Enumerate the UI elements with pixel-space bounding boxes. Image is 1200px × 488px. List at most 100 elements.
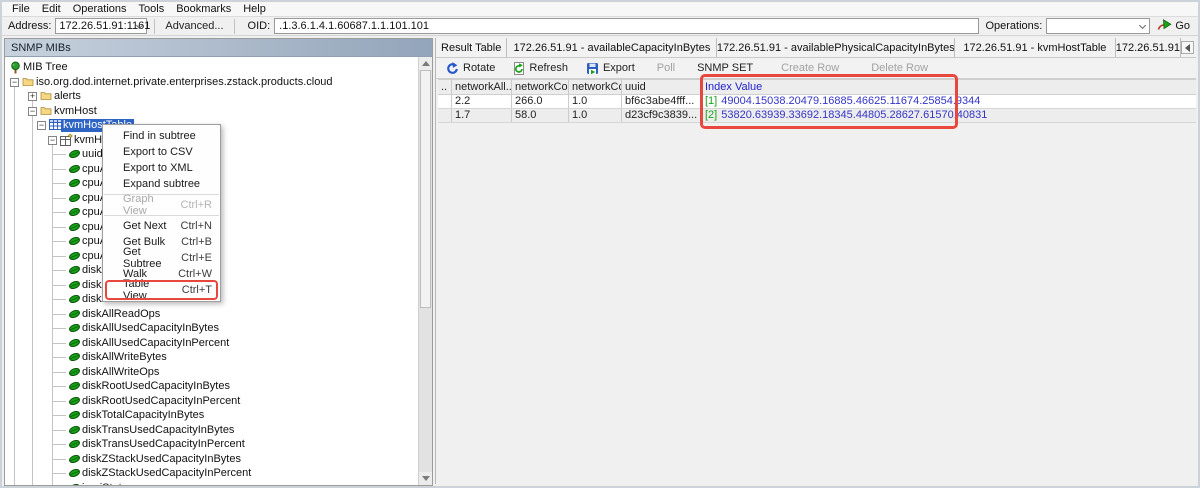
tab-172-26-51-91[interactable]: 172.26.51.91 — [1116, 38, 1181, 57]
context-menu-item-export-to-xml[interactable]: Export to XML — [103, 160, 220, 176]
tree-branch-line — [53, 328, 66, 329]
collapse-minus-icon[interactable]: − — [10, 78, 19, 87]
tree-row: diskZStackUsedCapacityInBytes — [5, 452, 418, 467]
table-cell: d23cf9c3839... — [622, 109, 702, 122]
oid-input[interactable]: .1.3.6.1.4.1.60687.1.1.101.101 — [274, 18, 979, 34]
tree-node-disktransusedcapacityinpercent[interactable]: diskTransUsedCapacityInPercent — [80, 438, 247, 451]
export-button[interactable]: Export — [586, 62, 635, 75]
triangle-left-icon — [1185, 44, 1190, 52]
toolbar-button-label: Create Row — [781, 62, 839, 74]
column-header-networkco[interactable]: networkCo... — [512, 80, 569, 94]
tree-node-diskzstackusedcapacityinbytes[interactable]: diskZStackUsedCapacityInBytes — [80, 453, 243, 466]
context-menu-item-get-subtree[interactable]: Get SubtreeCtrl+E — [103, 250, 220, 266]
rotate-button[interactable]: Rotate — [446, 62, 495, 75]
tab-172-26-51-91-availablephysicalcapacityinbytes[interactable]: 172.26.51.91 - availablePhysicalCapacity… — [717, 38, 955, 57]
scroll-up-button[interactable] — [419, 57, 432, 70]
toolbar-button-label: Delete Row — [871, 62, 928, 74]
tree-node-disktransusedcapacityinbytes[interactable]: diskTransUsedCapacityInBytes — [80, 424, 236, 437]
tree-node-iso-org-dod-internet-private-enterprises-zstack-products-cloud[interactable]: iso.org.dod.internet.private.enterprises… — [34, 76, 335, 89]
mib-browser-window: FileEditOperationsToolsBookmarksHelp Add… — [0, 0, 1200, 488]
collapse-minus-icon[interactable]: − — [28, 107, 37, 116]
context-menu-item-expand-subtree[interactable]: Expand subtree — [103, 176, 220, 192]
tree-row: diskAllUsedCapacityInBytes — [5, 321, 418, 336]
scrollbar-thumb[interactable] — [420, 70, 431, 308]
delete-row-button: Delete Row — [871, 62, 928, 74]
menu-item-label: Table View — [123, 278, 174, 302]
context-menu-item-find-in-subtree[interactable]: Find in subtree — [103, 128, 220, 144]
expand-plus-icon[interactable]: + — [28, 92, 37, 101]
tree-node-diskrootusedcapacityinbytes[interactable]: diskRootUsedCapacityInBytes — [80, 380, 232, 393]
context-menu-item-export-to-csv[interactable]: Export to CSV — [103, 144, 220, 160]
separator — [234, 19, 235, 34]
tree-row: diskTransUsedCapacityInBytes — [5, 423, 418, 438]
refresh-icon — [513, 62, 525, 75]
table-cell: 1.0 — [569, 95, 622, 108]
tree-node-diskallusedcapacityinbytes[interactable]: diskAllUsedCapacityInBytes — [80, 322, 221, 335]
menu-tools[interactable]: Tools — [133, 2, 171, 16]
tree-branch-line — [53, 415, 66, 416]
menu-item-shortcut: Ctrl+N — [181, 220, 212, 232]
collapse-minus-icon[interactable]: − — [37, 121, 46, 130]
chevron-down-icon[interactable] — [1139, 22, 1146, 29]
tree-node-alerts[interactable]: alerts — [52, 90, 83, 103]
snmp-set-button[interactable]: SNMP SET — [697, 62, 753, 74]
tree-node-diskallwritebytes[interactable]: diskAllWriteBytes — [80, 351, 169, 364]
tree-node-diskzstackusedcapacityinpercent[interactable]: diskZStackUsedCapacityInPercent — [80, 467, 253, 480]
tree-branch-line — [53, 473, 66, 474]
tab-172-26-51-91-availablecapacityinbytes[interactable]: 172.26.51.91 - availableCapacityInBytes — [507, 38, 717, 57]
menu-item-label: Graph View — [123, 193, 173, 217]
context-menu-item-get-next[interactable]: Get NextCtrl+N — [103, 218, 220, 234]
context-menu-item-table-view[interactable]: Table ViewCtrl+T — [103, 282, 220, 298]
tree-branch-line — [53, 227, 66, 228]
menu-item-label: Export to XML — [123, 162, 193, 174]
column-header-networkco[interactable]: networkCo... — [569, 80, 622, 94]
tree-node-mib-tree[interactable]: MIB Tree — [21, 61, 70, 74]
tree-node-diskallusedcapacityinpercent[interactable]: diskAllUsedCapacityInPercent — [80, 337, 231, 350]
index-badge: [2] — [705, 109, 717, 121]
menu-bookmarks[interactable]: Bookmarks — [170, 2, 237, 16]
scroll-down-button[interactable] — [419, 472, 432, 485]
column-header-index[interactable]: .. — [438, 80, 452, 94]
index-badge: [1] — [705, 95, 717, 107]
tree-branch-line — [53, 256, 66, 257]
export-icon — [586, 62, 599, 75]
collapse-minus-icon[interactable]: − — [48, 136, 57, 145]
table-header-row: ..networkAll...networkCo...networkCo...u… — [438, 79, 1196, 95]
address-combobox[interactable]: 172.26.51.91:1161 — [55, 18, 147, 34]
tree-scrollbar[interactable] — [418, 57, 432, 485]
triangle-down-icon — [422, 476, 430, 481]
table-row[interactable]: 2.2266.01.0bf6c3abe4fff...[1]49004.15038… — [438, 95, 1196, 109]
tab-result-table[interactable]: Result Table — [436, 38, 507, 57]
column-header-uuid[interactable]: uuid — [622, 80, 702, 94]
advanced-button[interactable]: Advanced... — [162, 20, 226, 32]
table-row[interactable]: 1.758.01.0d23cf9c3839...[2]53820.63939.3… — [438, 109, 1196, 123]
tree-node-diskallreadops[interactable]: diskAllReadOps — [80, 308, 162, 321]
go-button[interactable]: Go — [1156, 19, 1190, 34]
tree-row: diskAllUsedCapacityInPercent — [5, 336, 418, 351]
create-row-button: Create Row — [781, 62, 839, 74]
table-cell: 58.0 — [512, 109, 569, 122]
tree-row: + alerts — [5, 89, 418, 104]
tree-row: ipmiStatus — [5, 481, 418, 486]
menu-item-shortcut: Ctrl+R — [181, 199, 212, 211]
menu-help[interactable]: Help — [237, 2, 272, 16]
tree-node-ipmistatus[interactable]: ipmiStatus — [80, 482, 135, 486]
tree-node-disktotalcapacityinbytes[interactable]: diskTotalCapacityInBytes — [80, 409, 206, 422]
column-header-index-value[interactable]: Index Value — [702, 80, 1196, 94]
tree-node-diskrootusedcapacityinpercent[interactable]: diskRootUsedCapacityInPercent — [80, 395, 242, 408]
tree-branch-line — [53, 343, 66, 344]
operations-combobox[interactable] — [1046, 18, 1150, 34]
tree-node-diskallwriteops[interactable]: diskAllWriteOps — [80, 366, 161, 379]
oid-label: OID: — [248, 20, 271, 32]
triangle-up-icon — [422, 61, 430, 66]
refresh-button[interactable]: Refresh — [513, 62, 568, 75]
column-header-networkall[interactable]: networkAll... — [452, 80, 512, 94]
tree-node-kvmhost[interactable]: kvmHost — [52, 105, 99, 118]
menu-operations[interactable]: Operations — [67, 2, 133, 16]
index-value-text: 53820.63939.33692.18345.44805.28627.6157… — [721, 109, 987, 121]
tab-172-26-51-91-kvmhosttable[interactable]: 172.26.51.91 - kvmHostTable — [955, 38, 1116, 57]
menu-edit[interactable]: Edit — [36, 2, 67, 16]
index-value-cell: [1]49004.15038.20479.16885.46625.11674.2… — [702, 95, 1196, 108]
menu-file[interactable]: File — [6, 2, 36, 16]
tab-scroll-left-button[interactable] — [1181, 41, 1194, 54]
